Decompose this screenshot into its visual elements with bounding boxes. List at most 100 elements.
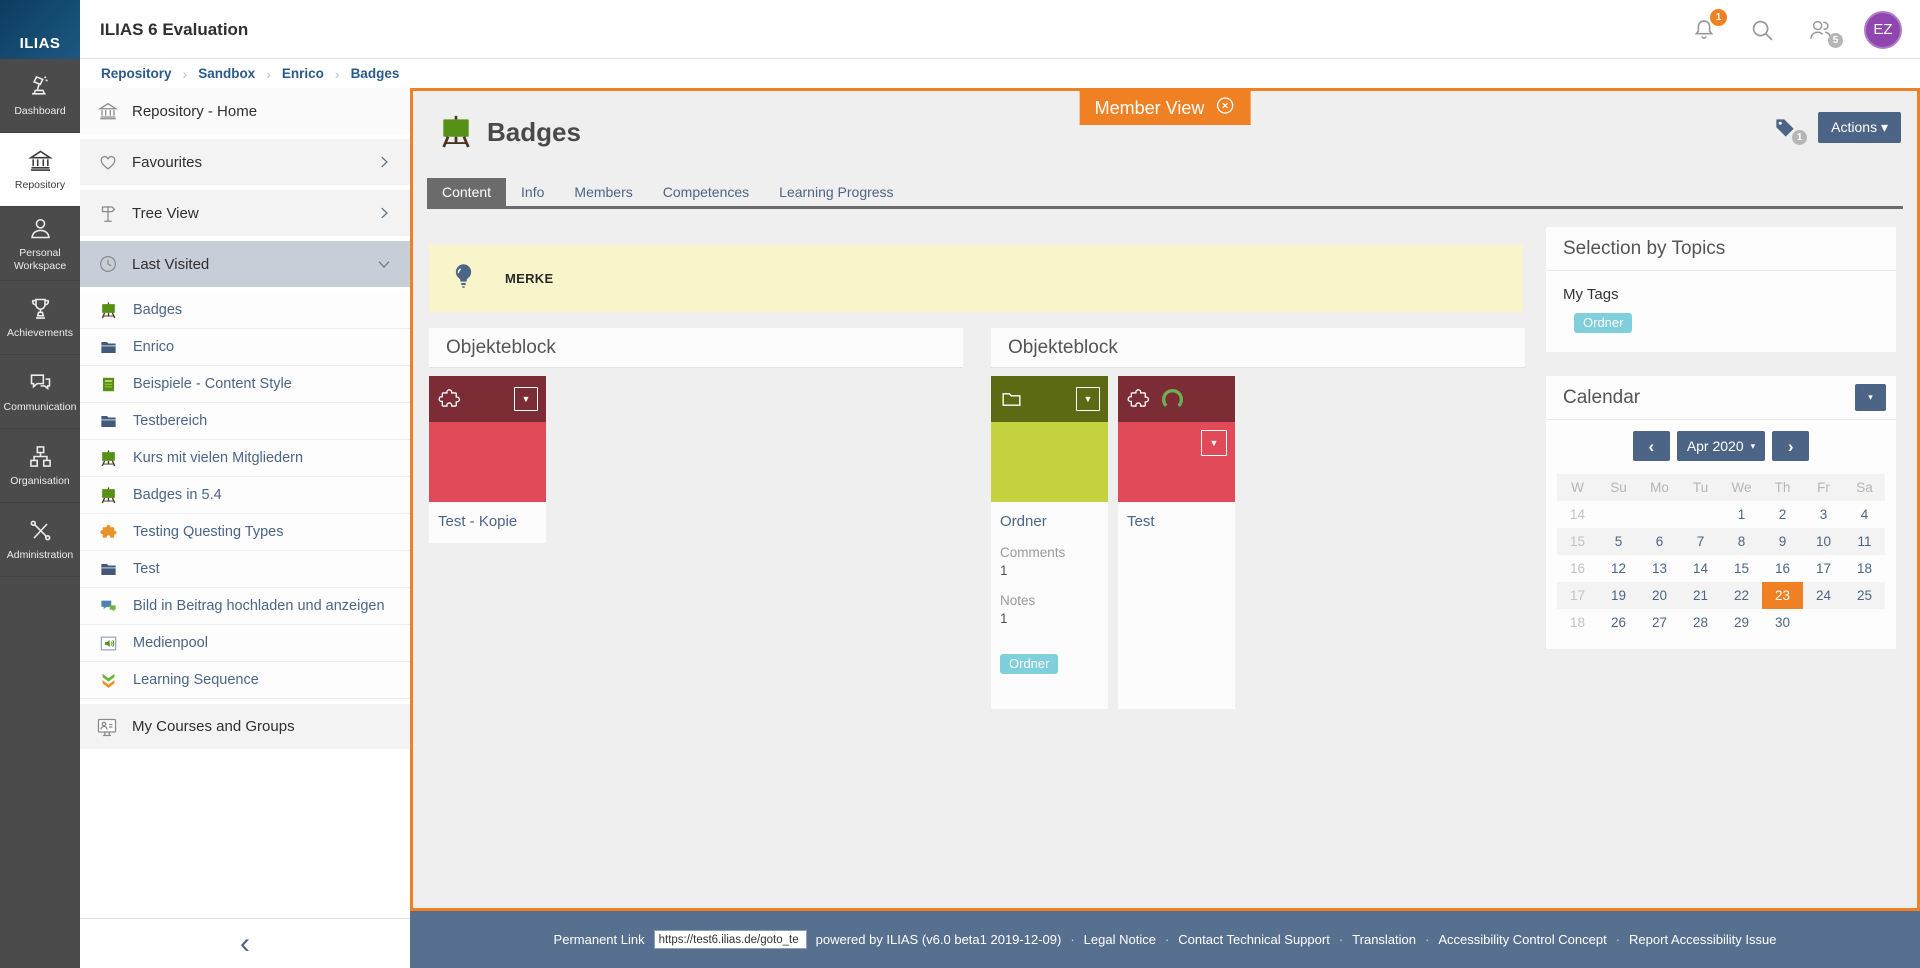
calendar-month-button[interactable]: Apr 2020▾ xyxy=(1677,431,1765,461)
search-icon[interactable] xyxy=(1748,16,1776,44)
sidebar-item-beispiele-content-style[interactable]: Beispiele - Content Style xyxy=(80,366,410,403)
sidebar-item-badges[interactable]: Badges xyxy=(80,292,410,329)
rail-item-organisation[interactable]: Organisation xyxy=(0,429,80,503)
sidebar-section-tree-view[interactable]: Tree View xyxy=(80,190,410,236)
ilias-logo[interactable]: ILIAS xyxy=(0,0,80,59)
notifications-bell-icon[interactable]: 1 xyxy=(1690,16,1718,44)
tag-ordner[interactable]: Ordner xyxy=(1574,313,1632,333)
calendar-prev-button[interactable]: ‹ xyxy=(1633,431,1670,461)
tab-info[interactable]: Info xyxy=(506,178,559,206)
rail-item-dashboard[interactable]: Dashboard xyxy=(0,59,80,133)
breadcrumb-item[interactable]: Badges xyxy=(351,66,400,81)
calendar-day-22[interactable]: 22 xyxy=(1721,582,1762,609)
card-image[interactable] xyxy=(1118,376,1235,422)
card-title-link[interactable]: Test - Kopie xyxy=(438,513,517,530)
rail-item-personal-workspace[interactable]: Personal Workspace xyxy=(0,207,80,281)
calendar-day-21[interactable]: 21 xyxy=(1680,582,1721,609)
tab-learning-progress[interactable]: Learning Progress xyxy=(764,178,908,206)
sidebar-item-label: Enrico xyxy=(133,339,174,355)
card-image[interactable]: ▼ xyxy=(991,376,1108,422)
sidebar-item-medienpool[interactable]: Medienpool xyxy=(80,625,410,662)
calendar-day-15[interactable]: 15 xyxy=(1721,555,1762,582)
calendar-day-29[interactable]: 29 xyxy=(1721,609,1762,636)
card-image-body[interactable] xyxy=(429,422,546,502)
calendar-day-10[interactable]: 10 xyxy=(1803,528,1844,555)
calendar-day-19[interactable]: 19 xyxy=(1598,582,1639,609)
rail-item-label: Repository xyxy=(15,179,65,192)
calendar-day-12[interactable]: 12 xyxy=(1598,555,1639,582)
rail-item-administration[interactable]: Administration xyxy=(0,503,80,577)
breadcrumb-item[interactable]: Enrico xyxy=(282,66,324,81)
calendar-day-13[interactable]: 13 xyxy=(1639,555,1680,582)
calendar-day-17[interactable]: 17 xyxy=(1803,555,1844,582)
calendar-day-23[interactable]: 23 xyxy=(1762,582,1803,609)
calendar-day-7[interactable]: 7 xyxy=(1680,528,1721,555)
calendar-day-6[interactable]: 6 xyxy=(1639,528,1680,555)
sidebar-item-enrico[interactable]: Enrico xyxy=(80,329,410,366)
calendar-day-2[interactable]: 2 xyxy=(1762,501,1803,528)
calendar-day-14[interactable]: 14 xyxy=(1680,555,1721,582)
calendar-day-1[interactable]: 1 xyxy=(1721,501,1762,528)
sidebar-item-label: Testbereich xyxy=(133,413,207,429)
member-view-close-icon[interactable] xyxy=(1214,95,1235,121)
tab-content[interactable]: Content xyxy=(427,178,506,206)
avatar[interactable]: EZ xyxy=(1864,11,1902,49)
breadcrumb-item[interactable]: Sandbox xyxy=(198,66,255,81)
calendar-menu-button[interactable]: ▾ xyxy=(1855,384,1886,411)
sidebar-section-favourites[interactable]: Favourites xyxy=(80,139,410,185)
object-block-title: Objekteblock xyxy=(429,328,963,368)
calendar-day-4[interactable]: 4 xyxy=(1844,501,1885,528)
tab-competences[interactable]: Competences xyxy=(648,178,764,206)
sidebar-collapse-button[interactable]: ‹ xyxy=(80,918,410,968)
card-title-link[interactable]: Test xyxy=(1127,513,1155,530)
sidebar-item-test[interactable]: Test xyxy=(80,551,410,588)
card-title-link[interactable]: Ordner xyxy=(1000,513,1047,530)
actions-button[interactable]: Actions ▾ xyxy=(1818,112,1901,143)
calendar-day-25[interactable]: 25 xyxy=(1844,582,1885,609)
footer-link-report-accessibility-issue[interactable]: Report Accessibility Issue xyxy=(1629,932,1776,947)
calendar-day-16[interactable]: 16 xyxy=(1762,555,1803,582)
rail-item-label: Personal Workspace xyxy=(0,247,80,272)
sidebar-section-repository-home[interactable]: Repository - Home xyxy=(80,88,410,134)
footer-link-translation[interactable]: Translation xyxy=(1352,932,1416,947)
calendar-day-11[interactable]: 11 xyxy=(1844,528,1885,555)
rail-item-repository[interactable]: Repository xyxy=(0,133,80,207)
card-image-body[interactable]: ▼ xyxy=(1118,422,1235,502)
rail-item-achievements[interactable]: Achievements xyxy=(0,281,80,355)
sidebar-item-my-courses-and-groups[interactable]: My Courses and Groups xyxy=(80,704,410,749)
card-image[interactable]: ▼ xyxy=(429,376,546,422)
card-actions-dropdown[interactable]: ▼ xyxy=(1201,430,1227,456)
calendar-day-18[interactable]: 18 xyxy=(1844,555,1885,582)
calendar-next-button[interactable]: › xyxy=(1772,431,1809,461)
calendar-day-3[interactable]: 3 xyxy=(1803,501,1844,528)
sidebar-item-kurs-mit-vielen-mitgliedern[interactable]: Kurs mit vielen Mitgliedern xyxy=(80,440,410,477)
breadcrumb-item[interactable]: Repository xyxy=(101,66,172,81)
sidebar-item-testing-questing-types[interactable]: Testing Questing Types xyxy=(80,514,410,551)
sidebar-item-testbereich[interactable]: Testbereich xyxy=(80,403,410,440)
calendar-day-27[interactable]: 27 xyxy=(1639,609,1680,636)
calendar-day-5[interactable]: 5 xyxy=(1598,528,1639,555)
sidebar-item-badges-in-5-4[interactable]: Badges in 5.4 xyxy=(80,477,410,514)
rail-item-communication[interactable]: Communication xyxy=(0,355,80,429)
calendar-day-20[interactable]: 20 xyxy=(1639,582,1680,609)
members-online-icon[interactable]: 5 xyxy=(1806,16,1834,44)
permanent-link-input[interactable] xyxy=(654,930,807,949)
calendar-day-26[interactable]: 26 xyxy=(1598,609,1639,636)
footer-link-accessibility-control-concept[interactable]: Accessibility Control Concept xyxy=(1438,932,1606,947)
calendar-day-30[interactable]: 30 xyxy=(1762,609,1803,636)
footer-link-legal-notice[interactable]: Legal Notice xyxy=(1084,932,1156,947)
sidebar-section-last-visited[interactable]: Last Visited xyxy=(80,241,410,287)
footer-link-contact-technical-support[interactable]: Contact Technical Support xyxy=(1178,932,1330,947)
tab-members[interactable]: Members xyxy=(559,178,647,206)
calendar-day-9[interactable]: 9 xyxy=(1762,528,1803,555)
card-actions-dropdown[interactable]: ▼ xyxy=(514,387,538,411)
calendar-day-28[interactable]: 28 xyxy=(1680,609,1721,636)
sidebar-item-learning-sequence[interactable]: Learning Sequence xyxy=(80,662,410,699)
card-actions-dropdown[interactable]: ▼ xyxy=(1076,387,1100,411)
sidebar-item-bild-in-beitrag-hochladen-und-anzeigen[interactable]: Bild in Beitrag hochladen und anzeigen xyxy=(80,588,410,625)
tag-chip[interactable]: Ordner xyxy=(1000,654,1058,674)
card-image-body[interactable] xyxy=(991,422,1108,502)
calendar-day-8[interactable]: 8 xyxy=(1721,528,1762,555)
tags-icon[interactable]: 1 xyxy=(1772,115,1798,141)
calendar-day-24[interactable]: 24 xyxy=(1803,582,1844,609)
